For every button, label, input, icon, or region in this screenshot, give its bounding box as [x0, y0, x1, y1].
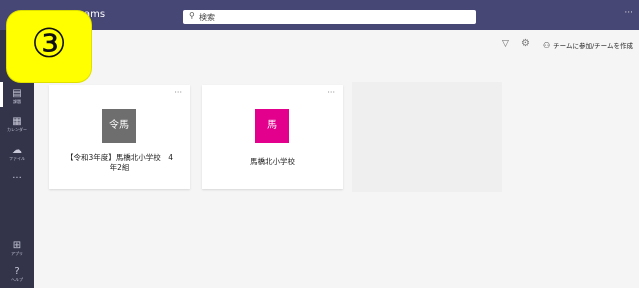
- more-apps-icon: ···: [12, 173, 22, 184]
- step-number: ③: [31, 21, 67, 67]
- team-menu-button[interactable]: ···: [174, 88, 182, 97]
- team-name-line: 年2組: [109, 163, 130, 172]
- team-name: 【令和3年度】馬橋北小学校 4 年2組: [55, 153, 184, 173]
- rail-item-label: ファイル: [9, 156, 25, 161]
- rail-item-label: ヘルプ: [11, 277, 23, 282]
- title-bar: ams ⚲ 検索 ···: [0, 0, 639, 30]
- rail-item-files[interactable]: ☁ ファイル: [0, 145, 34, 162]
- team-avatar: 令馬: [102, 109, 136, 143]
- rail-item-label: 課題: [13, 99, 21, 104]
- join-create-label: チームに参加/チームを作成: [553, 42, 633, 50]
- team-name-line: 【令和3年度】馬橋北小学校 4: [65, 153, 174, 162]
- background-watermark: [352, 82, 502, 192]
- search-placeholder: 検索: [199, 13, 215, 22]
- team-menu-button[interactable]: ···: [327, 88, 335, 97]
- help-icon: ?: [14, 266, 20, 277]
- filter-icon[interactable]: ▽: [502, 39, 509, 49]
- rail-item-calendar[interactable]: ▦ カレンダー: [0, 116, 34, 133]
- rail-item-more[interactable]: ···: [0, 173, 34, 184]
- rail-item-help[interactable]: ? ヘルプ: [0, 266, 34, 283]
- more-options-button[interactable]: ···: [624, 8, 633, 18]
- calendar-icon: ▦: [12, 116, 22, 127]
- rail-item-label: アプリ: [11, 251, 23, 256]
- team-card[interactable]: ··· 令馬 【令和3年度】馬橋北小学校 4 年2組: [49, 85, 190, 189]
- rail-item-assignments[interactable]: ▤ 課題: [0, 88, 34, 105]
- step-marker-callout: ③: [7, 11, 91, 82]
- apps-icon: ⊞: [12, 240, 22, 251]
- search-icon: ⚲: [189, 11, 195, 20]
- join-or-create-team-button[interactable]: ⚇ チームに参加/チームを作成: [543, 40, 633, 50]
- files-icon: ☁: [12, 145, 22, 156]
- assignments-icon: ▤: [12, 88, 22, 99]
- team-add-icon: ⚇: [543, 41, 551, 50]
- team-avatar: 馬: [255, 109, 289, 143]
- team-card[interactable]: ··· 馬 馬橋北小学校: [202, 85, 343, 189]
- search-input[interactable]: ⚲ 検索: [183, 10, 476, 24]
- gear-icon[interactable]: ⚙: [521, 38, 530, 49]
- team-name: 馬橋北小学校: [208, 157, 337, 167]
- rail-item-label: カレンダー: [7, 127, 27, 132]
- rail-item-apps[interactable]: ⊞ アプリ: [0, 240, 34, 257]
- team-name-line: 馬橋北小学校: [250, 157, 295, 166]
